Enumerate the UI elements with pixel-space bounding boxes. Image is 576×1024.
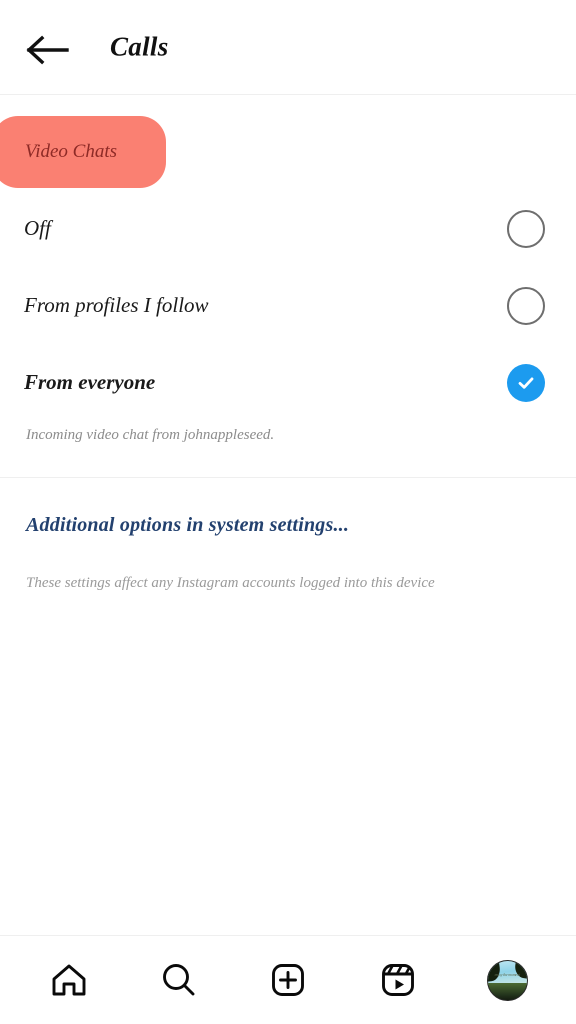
app-header: Calls bbox=[0, 0, 576, 95]
footer-note: These settings affect any Instagram acco… bbox=[26, 575, 435, 591]
video-chats-badge-label: Video Chats bbox=[25, 141, 118, 162]
avatar-icon: enjoy the moment bbox=[486, 959, 528, 1001]
radio-circle-icon-from-profiles-i-follow[interactable] bbox=[507, 286, 545, 325]
reels-icon bbox=[378, 960, 418, 1000]
nav-item-profile[interactable]: enjoy the moment bbox=[476, 949, 538, 1011]
video-chats-badge: Video Chats bbox=[0, 116, 166, 188]
plus-square-icon bbox=[268, 960, 308, 1000]
bottom-navigation-bar: enjoy the moment bbox=[0, 935, 576, 1024]
nav-item-home[interactable] bbox=[38, 949, 100, 1011]
radio-circle-icon-off[interactable] bbox=[507, 209, 545, 248]
section-header: Video Chats bbox=[0, 95, 576, 190]
page-title: Calls bbox=[110, 31, 169, 62]
search-icon bbox=[158, 960, 198, 1000]
system-settings-section: Additional options in system settings...… bbox=[0, 478, 576, 592]
option-label-from-everyone: From everyone bbox=[24, 370, 156, 394]
option-row-from-everyone[interactable]: From everyone bbox=[0, 344, 576, 421]
home-icon bbox=[49, 960, 89, 1000]
nav-item-reels[interactable] bbox=[367, 949, 429, 1011]
check-icon-from-everyone[interactable] bbox=[507, 363, 545, 402]
calls-settings-screen: Calls Video Chats Off From profiles I fo… bbox=[0, 0, 576, 1024]
options-list: Off From profiles I follow From everyone… bbox=[0, 190, 576, 444]
option-label-from-profiles-i-follow: From profiles I follow bbox=[24, 293, 209, 317]
additional-options-link[interactable]: Additional options in system settings... bbox=[26, 514, 349, 537]
option-label-off: Off bbox=[24, 216, 51, 240]
avatar-overlay-text: enjoy the moment bbox=[494, 972, 520, 978]
avatar-ground bbox=[487, 983, 527, 1000]
option-row-from-profiles-i-follow[interactable]: From profiles I follow bbox=[0, 267, 576, 344]
arrow-left-icon bbox=[26, 35, 70, 65]
option-row-off[interactable]: Off bbox=[0, 190, 576, 267]
nav-item-search[interactable] bbox=[147, 949, 209, 1011]
back-button[interactable] bbox=[18, 28, 78, 72]
helper-text: Incoming video chat from johnappleseed. bbox=[26, 427, 275, 443]
nav-item-create[interactable] bbox=[257, 949, 319, 1011]
